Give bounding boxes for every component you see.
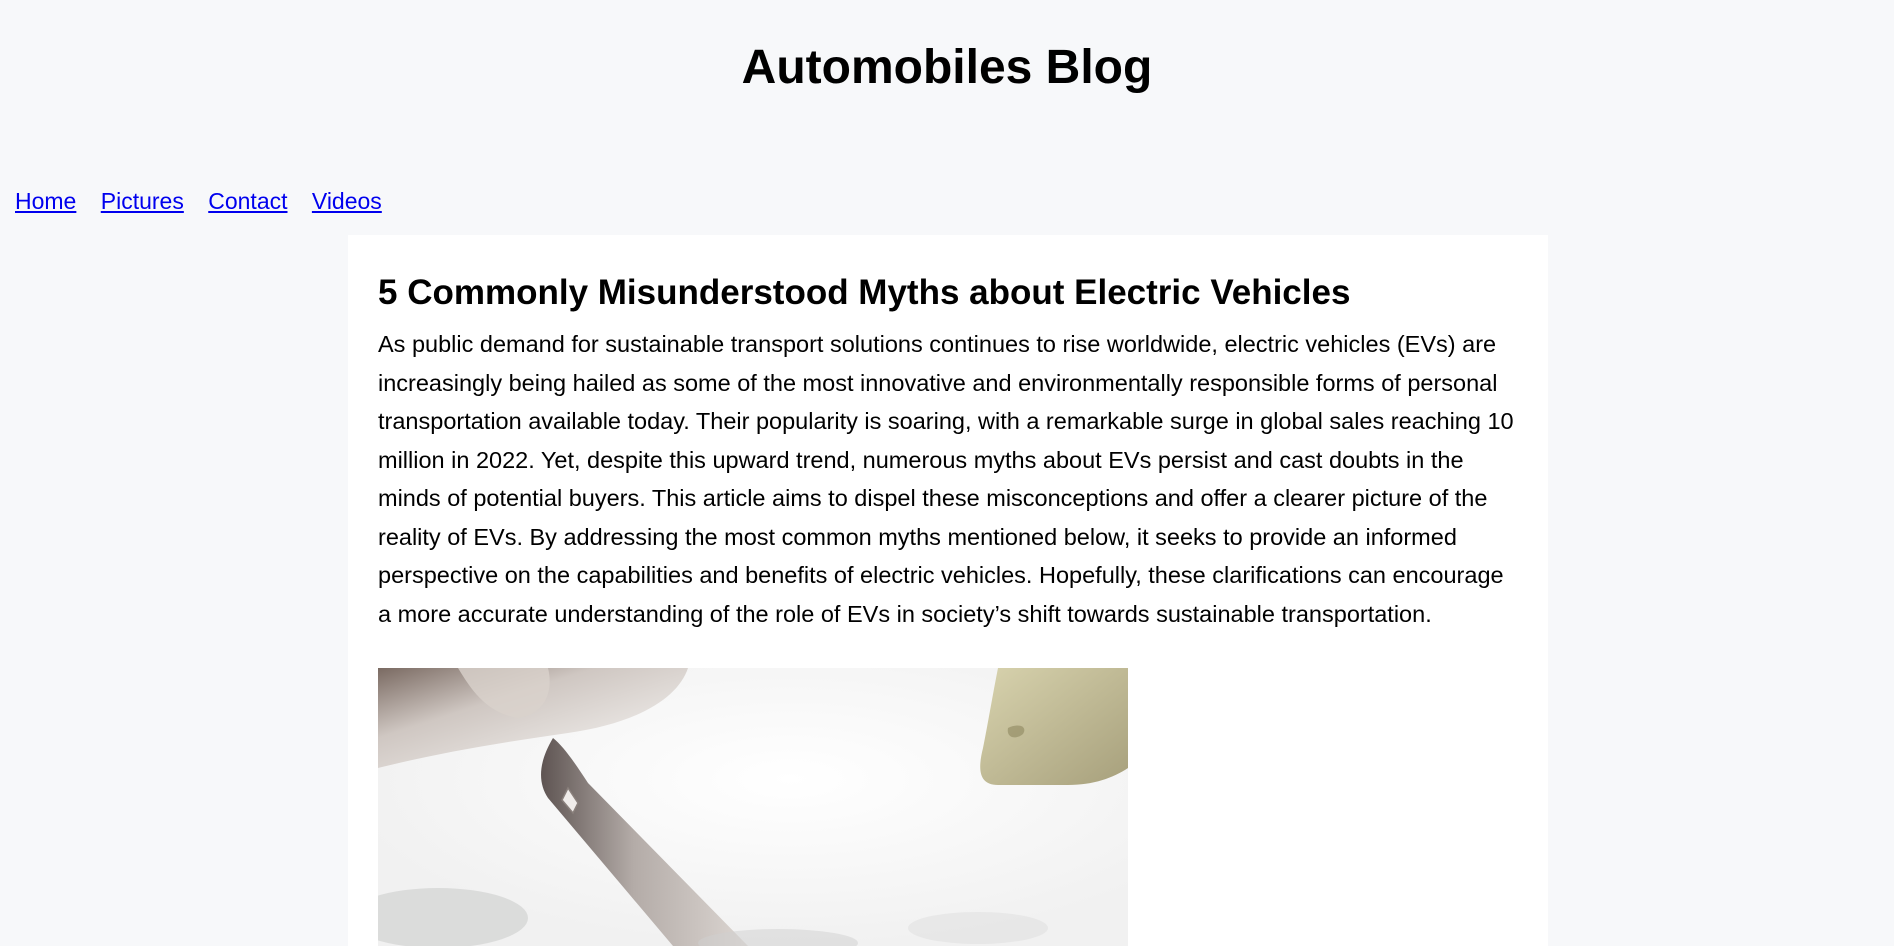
article: 5 Commonly Misunderstood Myths about Ele…: [348, 235, 1548, 946]
site-title: Automobiles Blog: [741, 41, 1153, 94]
nav-link-contact[interactable]: Contact: [208, 188, 287, 214]
nav-link-pictures[interactable]: Pictures: [101, 188, 184, 214]
article-body: As public demand for sustainable transpo…: [378, 331, 1514, 627]
car-interior-image: [378, 668, 1128, 946]
main-nav: Home Pictures Contact Videos: [15, 186, 400, 216]
car-interior-photo: [378, 668, 1128, 946]
nav-link-home[interactable]: Home: [15, 188, 76, 214]
article-title: 5 Commonly Misunderstood Myths about Ele…: [378, 273, 1351, 312]
nav-link-videos[interactable]: Videos: [312, 188, 382, 214]
